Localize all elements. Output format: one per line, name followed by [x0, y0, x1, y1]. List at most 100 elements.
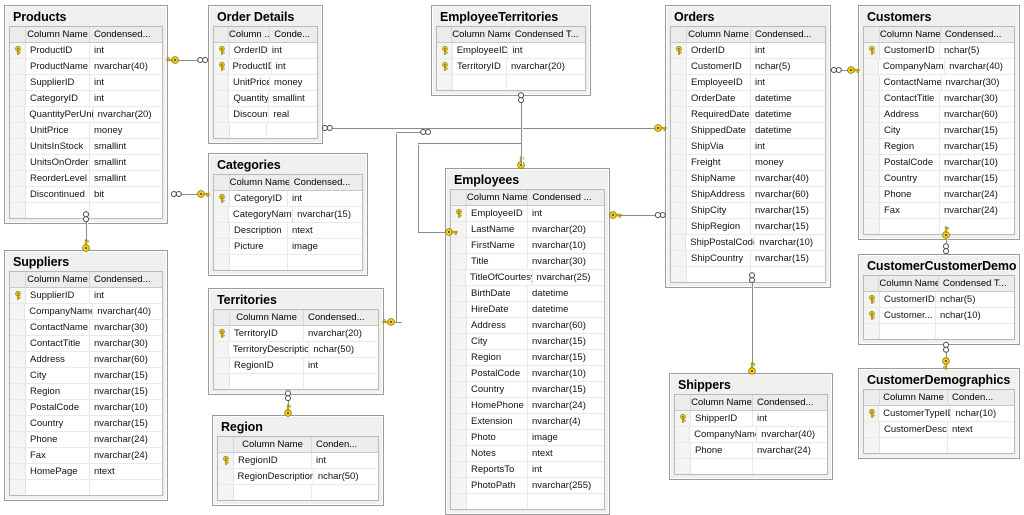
column-row[interactable]: Photo image — [451, 430, 604, 446]
column-row[interactable]: Address nvarchar(60) — [451, 318, 604, 334]
column-grid[interactable]: Column ... Conde... OrderID int ProductID int… — [213, 26, 318, 139]
column-name-cell[interactable]: Notes — [467, 446, 528, 461]
column-name-cell[interactable]: Country — [26, 416, 90, 431]
column-type-cell[interactable]: int — [268, 43, 317, 58]
column-row[interactable]: Address nvarchar(60) — [864, 107, 1014, 123]
column-name-cell[interactable]: CompanyName — [879, 59, 946, 74]
column-row[interactable]: Freight money — [671, 155, 825, 171]
column-row[interactable]: EmployeeID int — [451, 206, 604, 222]
column-type-cell[interactable]: nvarchar(40) — [945, 59, 1014, 74]
column-row[interactable]: RegionID int — [218, 453, 378, 469]
column-type-cell[interactable]: nvarchar(24) — [528, 398, 604, 413]
column-row[interactable]: Description ntext — [214, 223, 362, 239]
column-row[interactable]: ShipperID int — [675, 411, 827, 427]
column-type-cell[interactable]: int — [304, 358, 378, 373]
column-type-cell[interactable]: ntext — [528, 446, 604, 461]
column-row[interactable] — [451, 494, 604, 509]
column-row[interactable]: SupplierID int — [10, 75, 162, 91]
column-name-cell[interactable]: ShipVia — [687, 139, 751, 154]
column-type-cell[interactable]: nchar(50) — [314, 469, 378, 484]
column-type-cell[interactable]: int — [90, 288, 162, 303]
column-name-cell[interactable]: ContactName — [880, 75, 942, 90]
column-type-cell[interactable]: datetime — [751, 107, 825, 122]
column-row[interactable]: ShipVia int — [671, 139, 825, 155]
column-row[interactable]: HireDate datetime — [451, 302, 604, 318]
column-type-cell[interactable]: image — [528, 430, 604, 445]
column-row[interactable]: ReportsTo int — [451, 462, 604, 478]
column-row[interactable]: UnitsInStock smallint — [10, 139, 162, 155]
column-row[interactable]: ProductID int — [214, 59, 317, 75]
column-row[interactable]: ShipPostalCode nvarchar(10) — [671, 235, 825, 251]
column-row[interactable]: CategoryID int — [10, 91, 162, 107]
column-type-cell[interactable] — [90, 203, 162, 218]
entity-table-territories[interactable]: Territories Column Name Condensed... Territ… — [208, 288, 384, 395]
column-row[interactable]: PostalCode nvarchar(10) — [10, 400, 162, 416]
column-row[interactable] — [218, 485, 378, 500]
column-type-cell[interactable]: nvarchar(30) — [942, 75, 1014, 90]
column-type-cell[interactable]: int — [528, 206, 604, 221]
column-name-cell[interactable]: LastName — [467, 222, 528, 237]
column-grid[interactable]: Column Name Condensed T... CustomerID nchar… — [863, 275, 1015, 340]
column-row[interactable]: ContactName nvarchar(30) — [10, 320, 162, 336]
column-grid[interactable]: Column Name Condensed ... EmployeeID int Las… — [450, 189, 605, 510]
entity-table-products[interactable]: Products Column Name Condensed... ProductID… — [4, 5, 168, 224]
column-row[interactable] — [214, 123, 317, 138]
column-name-cell[interactable]: UnitPrice — [26, 123, 90, 138]
column-name-cell[interactable]: OrderID — [230, 43, 268, 58]
column-name-cell[interactable]: ShipperID — [691, 411, 753, 426]
column-name-cell[interactable]: Discontinued — [26, 187, 90, 202]
column-name-cell[interactable]: CategoryID — [26, 91, 90, 106]
column-type-cell[interactable]: nchar(50) — [309, 342, 378, 357]
column-name-cell[interactable]: Customer... — [880, 308, 936, 323]
column-row[interactable]: OrderID int — [671, 43, 825, 59]
column-name-cell[interactable]: TerritoryID — [230, 326, 304, 341]
column-name-cell[interactable]: CompanyName — [690, 427, 758, 442]
column-type-cell[interactable]: int — [508, 43, 585, 58]
column-type-cell[interactable]: datetime — [528, 286, 604, 301]
column-row[interactable]: OrderDate datetime — [671, 91, 825, 107]
column-type-cell[interactable]: int — [751, 139, 825, 154]
column-name-cell[interactable]: Extension — [467, 414, 528, 429]
column-name-cell[interactable]: ReorderLevel — [26, 171, 90, 186]
column-row[interactable]: UnitsOnOrder smallint — [10, 155, 162, 171]
column-name-cell[interactable]: CustomerID — [687, 59, 751, 74]
column-grid[interactable]: Column Name Condensed... SupplierID int Comp… — [9, 271, 163, 496]
column-type-cell[interactable]: real — [269, 107, 317, 122]
column-type-cell[interactable]: nvarchar(10) — [90, 400, 162, 415]
column-row[interactable]: RegionID int — [214, 358, 378, 374]
column-row[interactable]: Picture image — [214, 239, 362, 255]
column-type-cell[interactable]: money — [90, 123, 162, 138]
column-type-cell[interactable]: nvarchar(60) — [940, 107, 1014, 122]
column-row[interactable]: EmployeeID int — [671, 75, 825, 91]
column-name-cell[interactable]: QuantityPerUnit — [25, 107, 94, 122]
column-row[interactable]: Country nvarchar(15) — [10, 416, 162, 432]
column-row[interactable]: Address nvarchar(60) — [10, 352, 162, 368]
column-type-cell[interactable]: nvarchar(40) — [751, 171, 825, 186]
column-type-cell[interactable]: nchar(10) — [936, 308, 1014, 323]
column-type-cell[interactable]: ntext — [948, 422, 1014, 437]
column-name-cell[interactable]: PostalCode — [880, 155, 940, 170]
column-name-cell[interactable] — [880, 438, 948, 453]
entity-table-employee-territories[interactable]: EmployeeTerritories Column Name Condensed … — [431, 5, 591, 96]
column-type-cell[interactable]: nchar(5) — [936, 292, 1014, 307]
column-type-cell[interactable]: nvarchar(20) — [94, 107, 162, 122]
column-row[interactable]: City nvarchar(15) — [451, 334, 604, 350]
column-name-cell[interactable]: City — [467, 334, 528, 349]
column-row[interactable]: Discount real — [214, 107, 317, 123]
column-name-cell[interactable]: TerritoryID — [453, 59, 507, 74]
column-name-cell[interactable]: City — [26, 368, 90, 383]
column-type-cell[interactable]: nvarchar(15) — [751, 219, 825, 234]
column-row[interactable]: ShipName nvarchar(40) — [671, 171, 825, 187]
column-type-cell[interactable]: nvarchar(30) — [90, 336, 162, 351]
column-grid[interactable]: Column Name Conden... CustomerTypeID nchar(… — [863, 389, 1015, 454]
column-name-cell[interactable]: CategoryName — [229, 207, 294, 222]
column-type-cell[interactable]: nvarchar(10) — [940, 155, 1014, 170]
column-grid[interactable]: Column Name Condensed T... EmployeeID int Te… — [436, 26, 586, 91]
column-name-cell[interactable]: CustomerID — [880, 43, 940, 58]
column-name-cell[interactable]: EmployeeID — [453, 43, 509, 58]
column-type-cell[interactable]: money — [270, 75, 317, 90]
column-row[interactable]: PostalCode nvarchar(10) — [451, 366, 604, 382]
column-type-cell[interactable]: nvarchar(15) — [751, 251, 825, 266]
column-name-cell[interactable]: Description — [230, 223, 288, 238]
column-row[interactable] — [10, 480, 162, 495]
